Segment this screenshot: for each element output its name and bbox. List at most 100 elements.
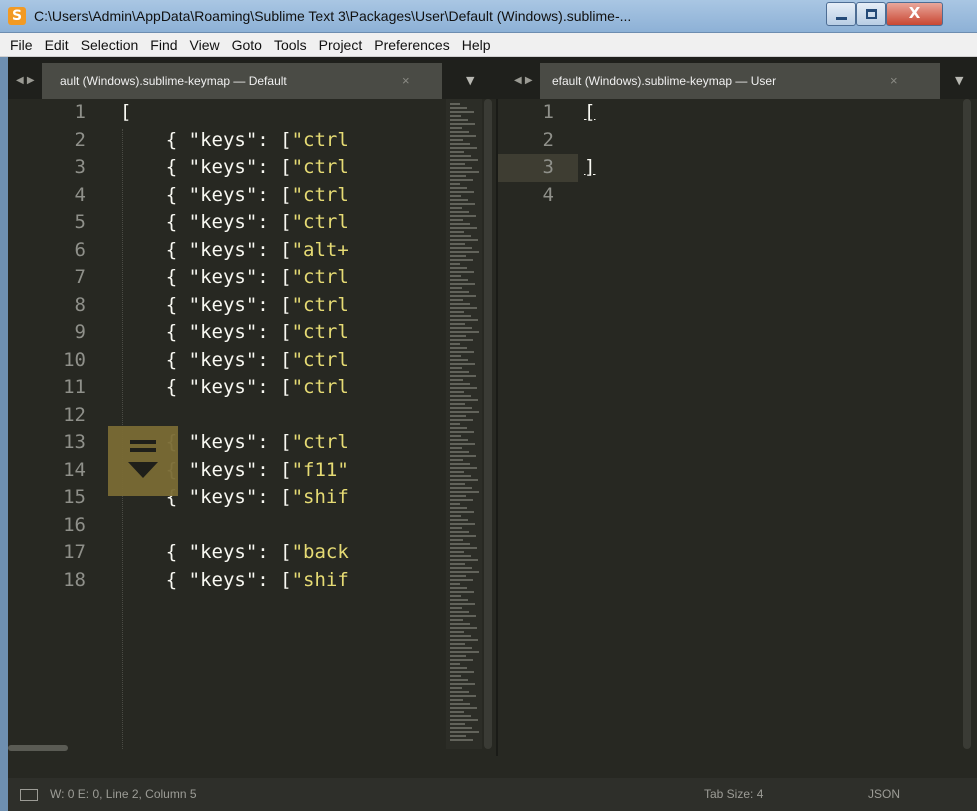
line-number: 6 bbox=[74, 238, 86, 261]
minimap-line bbox=[450, 615, 476, 617]
minimap-line bbox=[450, 303, 470, 305]
minimap-line bbox=[450, 111, 474, 113]
code-line[interactable]: { "keys": ["ctrl bbox=[120, 127, 349, 155]
menu-help[interactable]: Help bbox=[456, 37, 497, 53]
code-line[interactable] bbox=[584, 182, 595, 210]
code-line[interactable]: { "keys": ["ctrl bbox=[120, 182, 349, 210]
code-token: { "keys": [ bbox=[120, 293, 292, 316]
code-line[interactable]: { "keys": ["ctrl bbox=[120, 209, 349, 237]
code-token: { "keys": [ bbox=[120, 266, 292, 288]
code-line[interactable] bbox=[120, 512, 349, 540]
code-text[interactable]: [ { "keys": ["ctrl { "keys": ["ctrl { "k… bbox=[120, 99, 349, 594]
minimap-line bbox=[450, 435, 461, 437]
vertical-scrollbar[interactable] bbox=[484, 99, 492, 749]
minimap-line bbox=[450, 103, 460, 105]
minimap-line bbox=[450, 311, 464, 313]
code-line[interactable]: { "keys": ["shif bbox=[120, 567, 349, 595]
minimap-line bbox=[450, 591, 474, 593]
line-number: 5 bbox=[74, 211, 86, 233]
minimap[interactable] bbox=[446, 99, 482, 749]
code-line[interactable]: { "keys": ["ctrl bbox=[120, 264, 349, 292]
right-editor-pane[interactable]: 1 2 3 4 [] bbox=[498, 99, 977, 756]
close-tab-icon[interactable]: × bbox=[890, 63, 898, 99]
sublime-logo-icon: S bbox=[8, 7, 26, 25]
menu-project[interactable]: Project bbox=[313, 37, 369, 53]
code-line[interactable]: { "keys": ["ctrl bbox=[120, 374, 349, 402]
code-line[interactable]: { "keys": ["ctrl bbox=[120, 319, 349, 347]
code-token: { "keys": [ bbox=[120, 183, 292, 206]
minimap-line bbox=[450, 675, 461, 677]
minimap-line bbox=[450, 543, 470, 545]
code-line[interactable]: { "keys": ["ctrl bbox=[120, 154, 349, 182]
code-text[interactable]: [] bbox=[584, 99, 595, 209]
minimap-line bbox=[450, 599, 468, 601]
minimap-line bbox=[450, 403, 465, 405]
minimap-line bbox=[450, 219, 463, 221]
menu-find[interactable]: Find bbox=[144, 37, 183, 53]
menu-file[interactable]: File bbox=[4, 37, 39, 53]
minimap-line bbox=[450, 467, 477, 469]
menu-goto[interactable]: Goto bbox=[226, 37, 268, 53]
minimap-line bbox=[450, 651, 479, 653]
fold-marker-icon[interactable] bbox=[108, 426, 178, 496]
left-editor-pane[interactable]: 1 2 3 4 5 6 7 8 9 10 11 12 13 14 15 16 17 18 [ { "keys": … bbox=[8, 99, 496, 756]
code-token: { "keys": [ bbox=[120, 321, 292, 343]
minimap-line bbox=[450, 679, 468, 681]
minimap-line bbox=[450, 431, 474, 433]
syntax-indicator[interactable]: JSON bbox=[868, 787, 900, 801]
minimap-line bbox=[450, 739, 473, 741]
minimap-line bbox=[450, 319, 478, 321]
string-token: "f11" bbox=[291, 458, 349, 481]
menu-selection[interactable]: Selection bbox=[75, 37, 145, 53]
minimap-line bbox=[450, 607, 462, 609]
code-line[interactable]: { "keys": ["back bbox=[120, 539, 349, 567]
menu-preferences[interactable]: Preferences bbox=[368, 37, 455, 53]
code-line[interactable]: ] bbox=[584, 154, 595, 182]
minimap-line bbox=[450, 623, 470, 625]
minimap-line bbox=[450, 583, 460, 585]
tab-scroll-arrows-right[interactable]: ◀ ▶ bbox=[514, 63, 533, 99]
code-line[interactable]: { "keys": ["alt+ bbox=[120, 237, 349, 265]
vertical-scrollbar[interactable] bbox=[963, 99, 971, 749]
code-line[interactable] bbox=[120, 402, 349, 430]
menu-edit[interactable]: Edit bbox=[39, 37, 75, 53]
minimap-line bbox=[450, 227, 477, 229]
minimap-line bbox=[450, 663, 460, 665]
string-token: "alt+ bbox=[291, 238, 349, 261]
close-tab-icon[interactable]: × bbox=[402, 63, 410, 99]
line-number: 4 bbox=[542, 183, 554, 206]
code-line[interactable]: { "keys": ["ctrl bbox=[120, 347, 349, 375]
tab-scroll-arrows-left[interactable]: ◀ ▶ bbox=[16, 63, 35, 99]
chevron-down-icon[interactable]: ▼ bbox=[955, 63, 963, 99]
string-token: "ctrl bbox=[291, 156, 349, 178]
maximize-button[interactable] bbox=[856, 2, 886, 26]
string-token: "ctrl bbox=[291, 183, 349, 206]
minimap-line bbox=[450, 331, 479, 333]
menu-tools[interactable]: Tools bbox=[268, 37, 313, 53]
minimap-line bbox=[450, 343, 460, 345]
tab-default-keymap[interactable]: ault (Windows).sublime-keymap — Default … bbox=[42, 63, 442, 99]
panel-switcher-icon[interactable] bbox=[20, 789, 38, 801]
minimap-line bbox=[450, 731, 479, 733]
minimap-line bbox=[450, 419, 473, 421]
code-line[interactable]: [ bbox=[120, 99, 349, 127]
horizontal-scrollbar[interactable] bbox=[8, 745, 468, 753]
minimap-line bbox=[450, 707, 477, 709]
code-line[interactable]: [ bbox=[584, 99, 595, 127]
minimize-button[interactable] bbox=[826, 2, 856, 26]
minimap-line bbox=[450, 695, 476, 697]
tab-size-indicator[interactable]: Tab Size: 4 bbox=[704, 787, 763, 801]
code-line[interactable] bbox=[584, 127, 595, 155]
code-line[interactable]: { "keys": ["ctrl bbox=[120, 292, 349, 320]
chevron-down-icon[interactable]: ▼ bbox=[466, 63, 474, 99]
code-token: { "keys": [ bbox=[120, 568, 292, 591]
minimap-line bbox=[450, 383, 470, 385]
menu-view[interactable]: View bbox=[184, 37, 226, 53]
close-button[interactable]: X bbox=[886, 2, 943, 26]
minimap-line bbox=[450, 159, 478, 161]
tab-user-keymap[interactable]: efault (Windows).sublime-keymap — User × bbox=[540, 63, 940, 99]
minimap-line bbox=[450, 567, 472, 569]
window-titlebar: S C:\Users\Admin\AppData\Roaming\Sublime… bbox=[0, 0, 977, 33]
minimap-line bbox=[450, 143, 470, 145]
minimap-line bbox=[450, 363, 475, 365]
